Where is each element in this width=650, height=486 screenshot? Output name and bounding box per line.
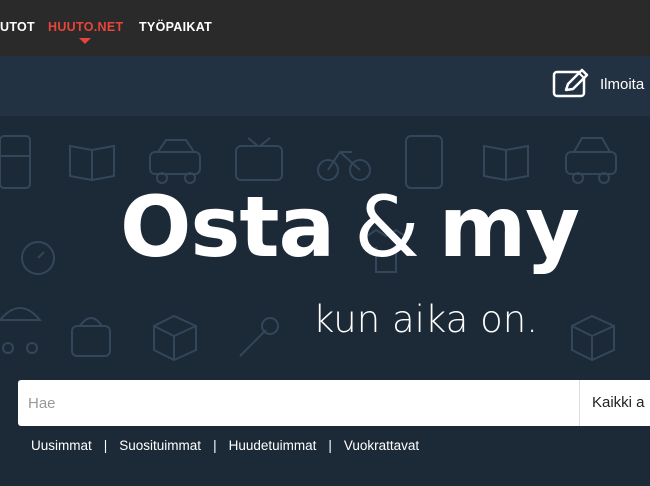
nav-item-tyopaikat[interactable]: TYÖPAIKAT bbox=[139, 20, 212, 34]
book2-icon bbox=[483, 144, 529, 182]
quick-link-most-bid[interactable]: Huudetuimmat bbox=[229, 438, 317, 453]
headline-word-sell: my bbox=[438, 178, 580, 276]
link-separator: | bbox=[103, 438, 108, 453]
nav-item-huuto-net[interactable]: HUUTO.NET bbox=[48, 20, 123, 34]
category-select[interactable]: Kaikki a bbox=[580, 380, 645, 426]
bag-icon bbox=[71, 317, 111, 357]
link-separator: | bbox=[328, 438, 332, 453]
box2-icon bbox=[571, 314, 615, 362]
quick-link-newest[interactable]: Uusimmat bbox=[31, 438, 92, 453]
box-icon bbox=[153, 314, 197, 362]
quick-links: Uusimmat | Suosituimmat | Huudetuimmat |… bbox=[31, 438, 419, 453]
quick-link-rentals[interactable]: Vuokrattavat bbox=[344, 438, 419, 453]
hero-tagline: kun aika on. bbox=[313, 298, 538, 341]
pram-icon bbox=[0, 307, 43, 354]
hero-headline: Osta & my bbox=[120, 185, 580, 269]
tv-icon bbox=[235, 137, 283, 181]
link-separator: | bbox=[213, 438, 217, 453]
fridge-icon bbox=[0, 135, 31, 189]
wrench-icon bbox=[239, 317, 279, 357]
post-listing-label: Ilmoita bbox=[600, 75, 645, 93]
watch-icon bbox=[21, 241, 55, 275]
book-icon bbox=[69, 144, 115, 182]
active-indicator-caret-icon bbox=[79, 38, 91, 44]
headline-word-buy: Osta bbox=[120, 178, 335, 276]
headline-ampersand: & bbox=[354, 178, 420, 276]
car2-icon bbox=[565, 137, 617, 184]
pencil-square-icon bbox=[552, 68, 589, 98]
post-listing-button[interactable]: Ilmoita bbox=[552, 68, 644, 100]
car-icon bbox=[149, 139, 201, 184]
search-input[interactable] bbox=[18, 380, 580, 426]
search-bar: Kaikki a bbox=[18, 380, 650, 426]
top-nav: UTOT HUUTO.NET TYÖPAIKAT bbox=[0, 0, 650, 56]
quick-link-most-popular[interactable]: Suosituimmat bbox=[119, 438, 201, 453]
nav-item-utot[interactable]: UTOT bbox=[0, 20, 35, 34]
bicycle-icon bbox=[317, 150, 371, 181]
